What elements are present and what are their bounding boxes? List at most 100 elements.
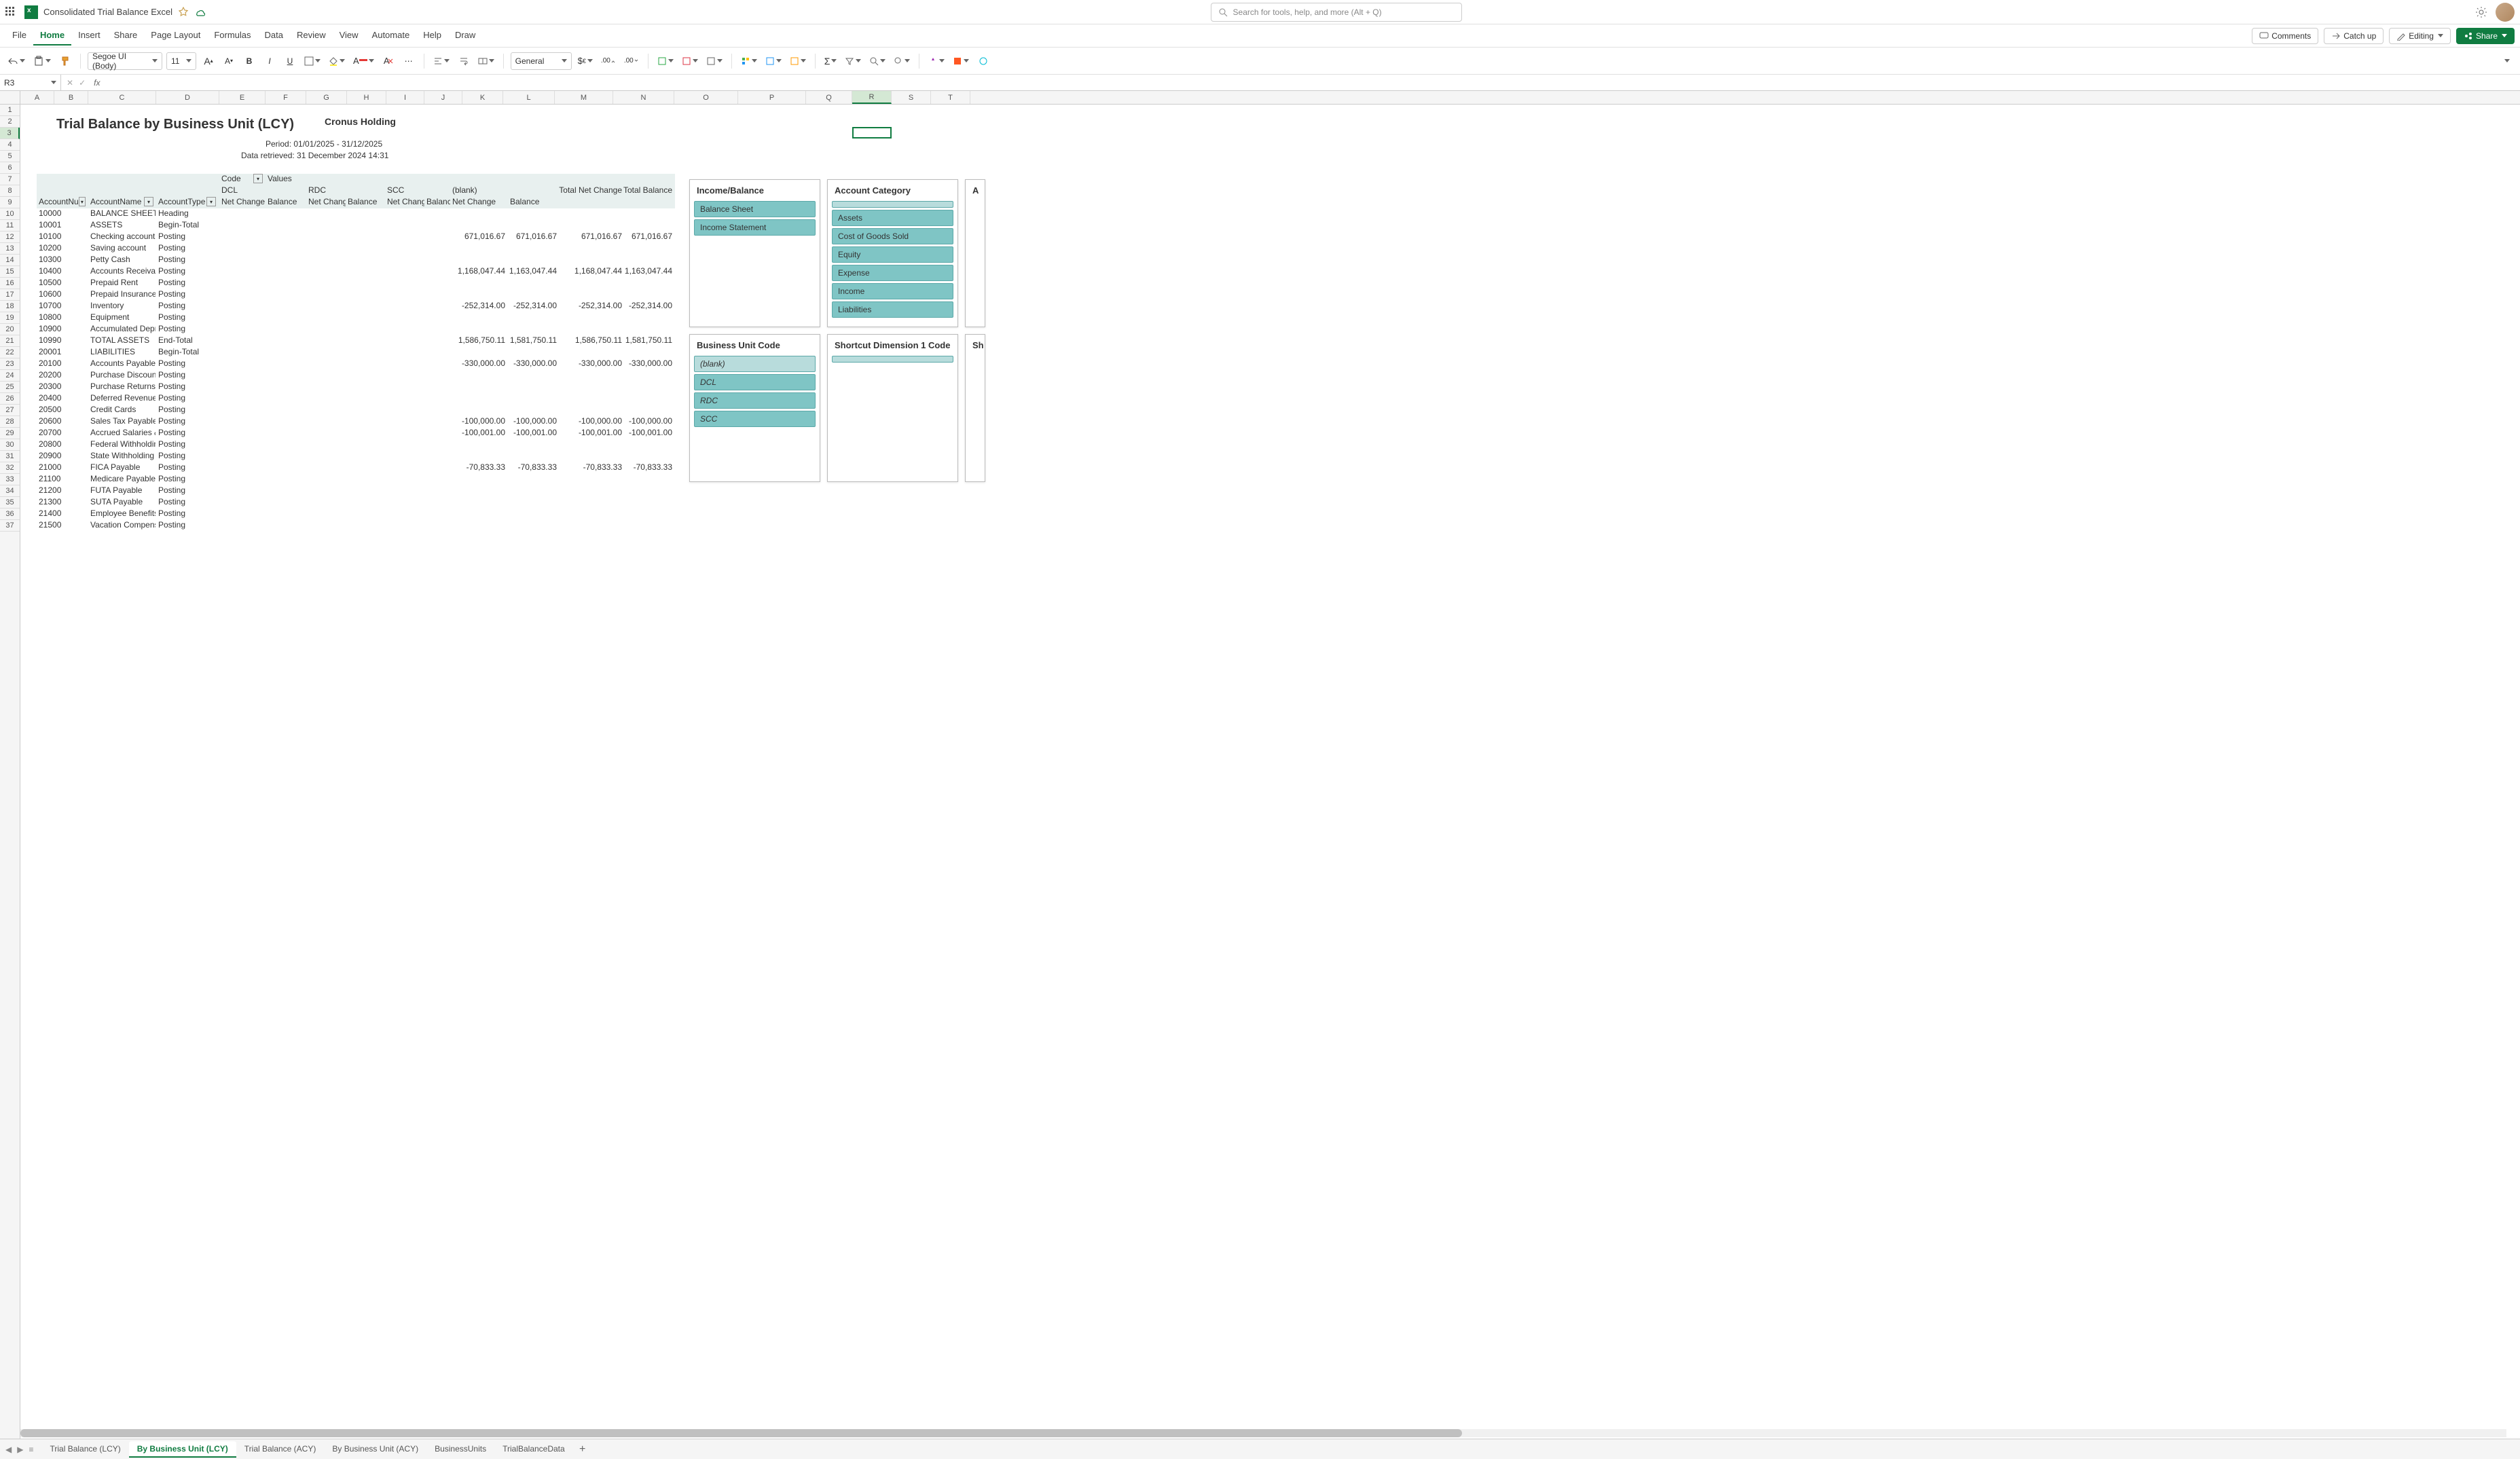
apps-launcher-icon[interactable]: [5, 7, 16, 18]
account-type[interactable]: Posting: [156, 255, 219, 265]
account-no[interactable]: 10900: [37, 324, 88, 334]
row-header-2[interactable]: 2: [0, 116, 20, 128]
row-header-36[interactable]: 36: [0, 509, 20, 520]
account-type[interactable]: Posting: [156, 509, 219, 519]
column-header-J[interactable]: J: [424, 91, 462, 104]
row-header-21[interactable]: 21: [0, 335, 20, 347]
cancel-formula-icon[interactable]: ✕: [67, 78, 73, 88]
undo-button[interactable]: [5, 52, 27, 70]
zoom-button[interactable]: [892, 52, 912, 70]
account-type[interactable]: Posting: [156, 301, 219, 311]
account-name[interactable]: SUTA Payable: [88, 497, 156, 507]
row-header-32[interactable]: 32: [0, 462, 20, 474]
blank-netchange[interactable]: -330,000.00: [450, 358, 508, 369]
total-balance[interactable]: -70,833.33: [625, 462, 675, 473]
total-netchange[interactable]: 671,016.67: [564, 232, 625, 242]
account-no[interactable]: 20600: [37, 416, 88, 426]
column-header-A[interactable]: A: [20, 91, 54, 104]
row-header-15[interactable]: 15: [0, 266, 20, 278]
blank-netchange[interactable]: 1,586,750.11: [450, 335, 508, 346]
blank-netchange[interactable]: 671,016.67: [450, 232, 508, 242]
account-type[interactable]: Posting: [156, 451, 219, 461]
font-size-select[interactable]: 11: [166, 52, 196, 70]
account-type[interactable]: Posting: [156, 232, 219, 242]
format-table-button[interactable]: [763, 52, 784, 70]
blank-netchange[interactable]: -252,314.00: [450, 301, 508, 311]
report-title[interactable]: Trial Balance by Business Unit (LCY): [54, 116, 326, 133]
column-header-E[interactable]: E: [219, 91, 266, 104]
name-box[interactable]: R3: [0, 75, 61, 90]
decrease-font-button[interactable]: A▾: [221, 52, 237, 70]
column-header-R[interactable]: R: [852, 91, 892, 104]
account-type[interactable]: Posting: [156, 416, 219, 426]
blank-balance[interactable]: -100,001.00: [508, 428, 560, 438]
row-header-23[interactable]: 23: [0, 358, 20, 370]
account-type[interactable]: Posting: [156, 266, 219, 276]
menu-help[interactable]: Help: [416, 26, 448, 45]
row-header-30[interactable]: 30: [0, 439, 20, 451]
sheet-tab[interactable]: By Business Unit (ACY): [324, 1441, 426, 1458]
account-no[interactable]: 20400: [37, 393, 88, 403]
account-name[interactable]: FICA Payable: [88, 462, 156, 473]
account-name[interactable]: Accrued Salaries &: [88, 428, 156, 438]
total-balance[interactable]: -100,000.00: [625, 416, 675, 426]
accept-formula-icon[interactable]: ✓: [79, 78, 86, 88]
account-name[interactable]: State Withholding F: [88, 451, 156, 461]
account-no[interactable]: 10500: [37, 278, 88, 288]
account-no[interactable]: 21300: [37, 497, 88, 507]
conditional-format-button[interactable]: [739, 52, 759, 70]
wrap-text-button[interactable]: [456, 52, 472, 70]
blank-netchange[interactable]: 1,168,047.44: [450, 266, 508, 276]
find-button[interactable]: [867, 52, 888, 70]
account-type[interactable]: Posting: [156, 324, 219, 334]
column-header-S[interactable]: S: [892, 91, 931, 104]
account-no[interactable]: 10600: [37, 289, 88, 299]
account-no[interactable]: 21000: [37, 462, 88, 473]
row-header-12[interactable]: 12: [0, 232, 20, 243]
account-name[interactable]: Prepaid Rent: [88, 278, 156, 288]
star-icon[interactable]: [178, 7, 189, 18]
column-header-K[interactable]: K: [462, 91, 503, 104]
autosum-button[interactable]: Σ: [822, 52, 839, 70]
account-type[interactable]: Posting: [156, 358, 219, 369]
account-no[interactable]: 10400: [37, 266, 88, 276]
increase-decimal-button[interactable]: .00: [599, 52, 618, 70]
row-header-26[interactable]: 26: [0, 393, 20, 405]
sort-filter-button[interactable]: [843, 52, 863, 70]
select-all-corner[interactable]: [0, 91, 20, 104]
account-type[interactable]: Posting: [156, 497, 219, 507]
account-no[interactable]: 10800: [37, 312, 88, 322]
row-header-31[interactable]: 31: [0, 451, 20, 462]
menu-insert[interactable]: Insert: [71, 26, 107, 45]
copilot-button[interactable]: [975, 52, 991, 70]
blank-balance[interactable]: 671,016.67: [508, 232, 560, 242]
account-type[interactable]: Posting: [156, 370, 219, 380]
account-type[interactable]: Heading: [156, 208, 219, 219]
account-type[interactable]: Posting: [156, 462, 219, 473]
account-name[interactable]: Deferred Revenue: [88, 393, 156, 403]
account-name[interactable]: Petty Cash: [88, 255, 156, 265]
column-header-H[interactable]: H: [347, 91, 386, 104]
total-netchange[interactable]: -330,000.00: [564, 358, 625, 369]
row-header-6[interactable]: 6: [0, 162, 20, 174]
column-header-C[interactable]: C: [88, 91, 156, 104]
total-netchange[interactable]: -100,000.00: [564, 416, 625, 426]
account-name[interactable]: Accounts Payable: [88, 358, 156, 369]
account-no[interactable]: 21200: [37, 485, 88, 496]
catchup-button[interactable]: Catch up: [2324, 28, 2384, 44]
row-header-3[interactable]: 3: [0, 128, 20, 139]
total-balance[interactable]: -330,000.00: [625, 358, 675, 369]
blank-balance[interactable]: -100,000.00: [508, 416, 560, 426]
column-header-N[interactable]: N: [613, 91, 674, 104]
account-no[interactable]: 10200: [37, 243, 88, 253]
account-name[interactable]: Credit Cards: [88, 405, 156, 415]
column-header-D[interactable]: D: [156, 91, 219, 104]
menu-data[interactable]: Data: [258, 26, 290, 45]
account-no[interactable]: 20800: [37, 439, 88, 449]
row-header-5[interactable]: 5: [0, 151, 20, 162]
account-name[interactable]: Vacation Compensa: [88, 520, 156, 530]
account-no[interactable]: 20100: [37, 358, 88, 369]
menu-review[interactable]: Review: [290, 26, 333, 45]
row-header-AccountNu[interactable]: AccountNu▾: [37, 197, 88, 207]
account-name[interactable]: FUTA Payable: [88, 485, 156, 496]
